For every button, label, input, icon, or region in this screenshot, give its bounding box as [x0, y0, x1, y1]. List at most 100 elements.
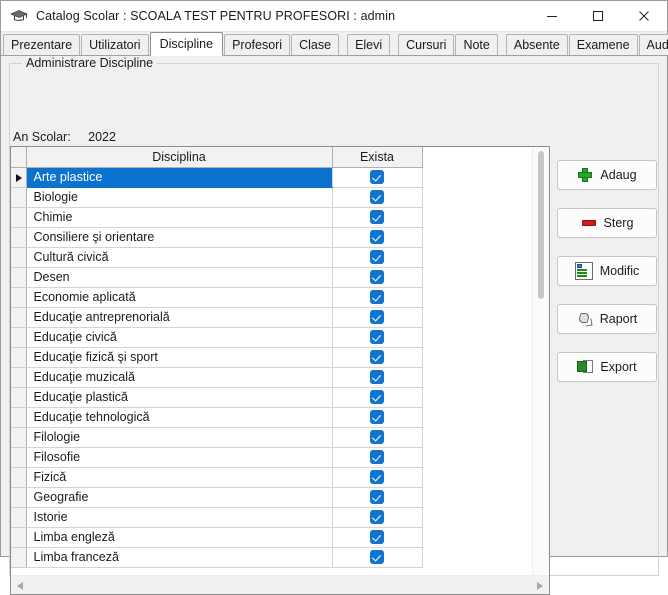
cell-disciplina[interactable]: Economie aplicată: [26, 287, 333, 308]
table-row[interactable]: Educaţie plastică: [11, 387, 532, 408]
cell-disciplina[interactable]: Educaţie fizică şi sport: [26, 347, 333, 368]
table-row[interactable]: Filologie: [11, 427, 532, 448]
table-row[interactable]: Geografie: [11, 487, 532, 508]
table-row[interactable]: Educaţie antreprenorială: [11, 307, 532, 328]
row-indicator[interactable]: [11, 507, 27, 528]
tab-cursuri[interactable]: Cursuri: [398, 34, 455, 55]
tab-absente[interactable]: Absente: [505, 34, 568, 55]
cell-exista[interactable]: [332, 267, 423, 288]
table-row[interactable]: Chimie: [11, 207, 532, 228]
table-row[interactable]: Limba franceză: [11, 547, 532, 568]
cell-exista[interactable]: [332, 547, 423, 568]
tab-note[interactable]: Note: [455, 34, 498, 55]
cell-exista[interactable]: [332, 167, 423, 188]
cell-disciplina[interactable]: Cultură civică: [26, 247, 333, 268]
row-indicator[interactable]: [11, 287, 27, 308]
adaug-button[interactable]: Adaug: [557, 160, 657, 190]
row-indicator[interactable]: [11, 227, 27, 248]
cell-disciplina[interactable]: Filosofie: [26, 447, 333, 468]
cell-exista[interactable]: [332, 447, 423, 468]
maximize-button[interactable]: [575, 1, 621, 31]
tab-profesori[interactable]: Profesori: [224, 34, 291, 55]
checkbox-checked-icon[interactable]: [370, 430, 384, 445]
cell-exista[interactable]: [332, 347, 423, 368]
table-row[interactable]: Desen: [11, 267, 532, 288]
row-indicator[interactable]: [11, 407, 27, 428]
minimize-button[interactable]: [529, 1, 575, 31]
table-row[interactable]: Istorie: [11, 507, 532, 528]
tab-elevi[interactable]: Elevi: [347, 34, 391, 55]
row-indicator[interactable]: [11, 267, 27, 288]
table-row[interactable]: Consiliere şi orientare: [11, 227, 532, 248]
cell-exista[interactable]: [332, 507, 423, 528]
checkbox-checked-icon[interactable]: [370, 470, 384, 485]
checkbox-checked-icon[interactable]: [370, 310, 384, 325]
table-row[interactable]: Economie aplicată: [11, 287, 532, 308]
table-row[interactable]: Arte plastice: [11, 167, 532, 188]
cell-exista[interactable]: [332, 527, 423, 548]
cell-disciplina[interactable]: Consiliere şi orientare: [26, 227, 333, 248]
cell-disciplina[interactable]: Biologie: [26, 187, 333, 208]
main-tab-bar[interactable]: Prezentare Utilizatori Discipline Profesori…: [1, 32, 668, 56]
modific-button[interactable]: Modific: [557, 256, 657, 286]
tab-prezentare[interactable]: Prezentare: [3, 34, 81, 55]
discipline-grid[interactable]: Disciplina Exista Arte plastice Biologie C…: [10, 146, 550, 595]
checkbox-checked-icon[interactable]: [370, 230, 384, 245]
tab-utilizatori[interactable]: Utilizatori: [81, 34, 149, 55]
table-row[interactable]: Educaţie tehnologică: [11, 407, 532, 428]
cell-disciplina[interactable]: Educaţie plastică: [26, 387, 333, 408]
table-row[interactable]: Fizică: [11, 467, 532, 488]
checkbox-checked-icon[interactable]: [370, 170, 384, 185]
checkbox-checked-icon[interactable]: [370, 210, 384, 225]
tab-audit[interactable]: Audit: [638, 34, 668, 55]
checkbox-checked-icon[interactable]: [370, 350, 384, 365]
cell-exista[interactable]: [332, 387, 423, 408]
grid-horizontal-scrollbar[interactable]: [11, 575, 549, 594]
row-indicator[interactable]: [11, 187, 27, 208]
raport-button[interactable]: Raport: [557, 304, 657, 334]
row-indicator[interactable]: [11, 247, 27, 268]
checkbox-checked-icon[interactable]: [370, 330, 384, 345]
tab-discipline[interactable]: Discipline: [149, 32, 224, 56]
checkbox-checked-icon[interactable]: [370, 250, 384, 265]
tab-clase[interactable]: Clase: [291, 34, 340, 55]
cell-disciplina[interactable]: Educaţie civică: [26, 327, 333, 348]
checkbox-checked-icon[interactable]: [370, 510, 384, 525]
row-indicator[interactable]: [11, 347, 27, 368]
scroll-left-arrow-icon[interactable]: [17, 582, 23, 590]
cell-disciplina[interactable]: Filologie: [26, 427, 333, 448]
checkbox-checked-icon[interactable]: [370, 370, 384, 385]
checkbox-checked-icon[interactable]: [370, 270, 384, 285]
cell-disciplina[interactable]: Geografie: [26, 487, 333, 508]
row-indicator[interactable]: [11, 387, 27, 408]
cell-exista[interactable]: [332, 487, 423, 508]
checkbox-checked-icon[interactable]: [370, 190, 384, 205]
row-indicator[interactable]: [11, 427, 27, 448]
checkbox-checked-icon[interactable]: [370, 550, 384, 565]
table-row[interactable]: Educaţie fizică şi sport: [11, 347, 532, 368]
table-row[interactable]: Cultură civică: [11, 247, 532, 268]
row-indicator[interactable]: [11, 527, 27, 548]
checkbox-checked-icon[interactable]: [370, 530, 384, 545]
row-indicator[interactable]: [11, 367, 27, 388]
cell-exista[interactable]: [332, 187, 423, 208]
row-indicator[interactable]: [11, 487, 27, 508]
checkbox-checked-icon[interactable]: [370, 290, 384, 305]
cell-exista[interactable]: [332, 427, 423, 448]
row-indicator[interactable]: [11, 307, 27, 328]
cell-exista[interactable]: [332, 287, 423, 308]
table-row[interactable]: Biologie: [11, 187, 532, 208]
cell-disciplina[interactable]: Limba franceză: [26, 547, 333, 568]
table-row[interactable]: Educaţie civică: [11, 327, 532, 348]
checkbox-checked-icon[interactable]: [370, 390, 384, 405]
row-indicator[interactable]: [11, 447, 27, 468]
cell-disciplina[interactable]: Desen: [26, 267, 333, 288]
row-indicator[interactable]: [11, 547, 27, 568]
table-row[interactable]: Filosofie: [11, 447, 532, 468]
cell-disciplina[interactable]: Arte plastice: [26, 167, 333, 188]
row-indicator-current[interactable]: [11, 167, 27, 188]
row-indicator[interactable]: [11, 327, 27, 348]
cell-disciplina[interactable]: Chimie: [26, 207, 333, 228]
cell-exista[interactable]: [332, 467, 423, 488]
export-button[interactable]: Export: [557, 352, 657, 382]
